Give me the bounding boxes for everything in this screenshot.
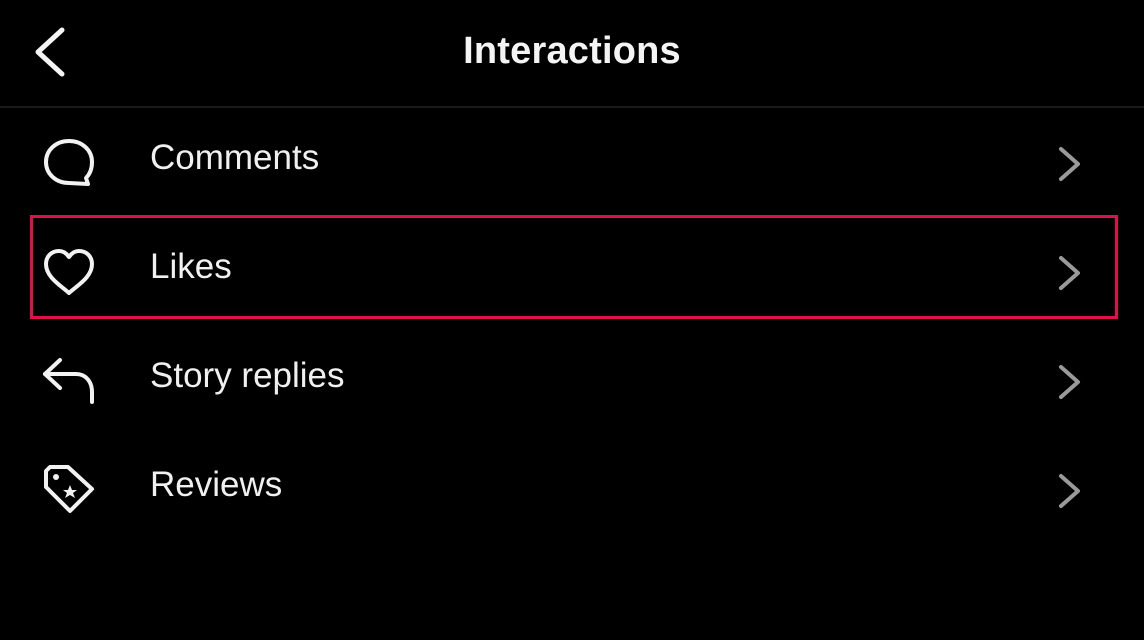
comment-bubble-icon (44, 139, 94, 186)
chevron-right-icon (1059, 147, 1080, 181)
list-item-comments[interactable]: Comments (0, 108, 1144, 217)
chevron-right-icon (1059, 474, 1080, 508)
list-item-reviews[interactable]: Reviews (0, 435, 1144, 544)
list-item-likes[interactable]: Likes (0, 217, 1144, 326)
chevron-right-icon (1059, 365, 1080, 399)
chevron-right-icon (1059, 256, 1080, 290)
reply-arrow-icon (43, 358, 94, 404)
list-item-story-replies[interactable]: Story replies (0, 326, 1144, 435)
tag-star-icon (44, 465, 94, 513)
page-title: Interactions (463, 30, 681, 72)
item-label: Reviews (150, 465, 283, 504)
heart-icon (44, 249, 94, 295)
item-label: Likes (150, 247, 232, 286)
item-label: Story replies (150, 356, 345, 395)
header: Interactions (0, 0, 1144, 108)
item-label: Comments (150, 138, 320, 177)
interactions-list: Comments Likes Story replies Reviews (0, 108, 1144, 544)
interactions-screen: Interactions Comments Likes Story replie… (0, 0, 1144, 640)
